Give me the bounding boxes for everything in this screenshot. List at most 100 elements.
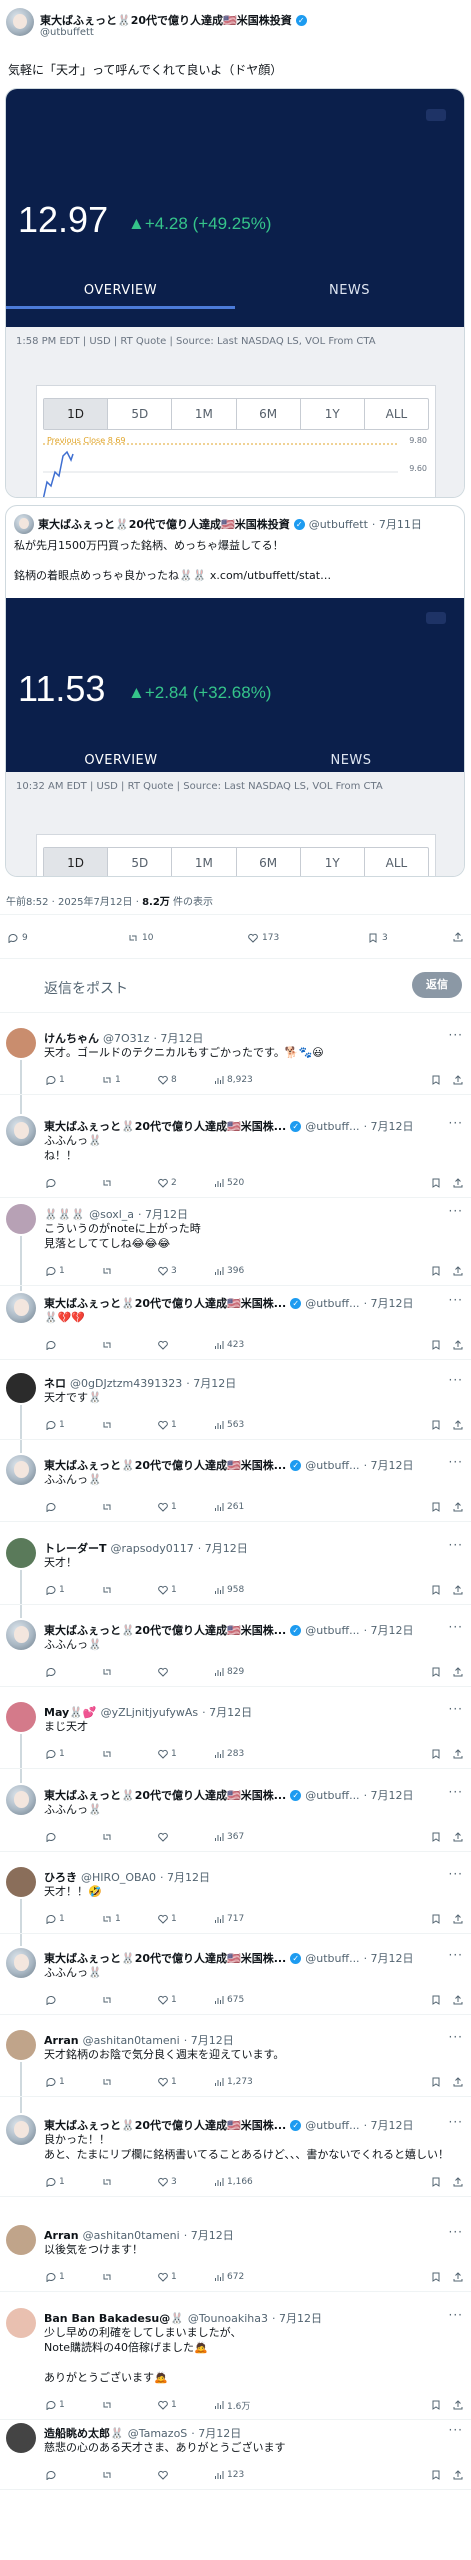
author-avatar[interactable] [6, 8, 34, 36]
reply-date[interactable]: · 7月12日 [184, 2032, 234, 2048]
reply-button[interactable] [46, 1995, 102, 2005]
more-options-icon[interactable]: ··· [449, 2115, 463, 2129]
retweet-button[interactable] [102, 1266, 158, 1276]
stock-card-1[interactable]: 12.97 ▲+4.28 (+49.25%) OVERVIEW NEWS 1:5… [5, 88, 465, 498]
reply-button[interactable] [46, 1667, 102, 1677]
retweet-button[interactable] [102, 1502, 158, 1512]
share-icon[interactable] [453, 1585, 463, 1595]
share-icon[interactable] [453, 1178, 463, 1188]
share-icon[interactable] [453, 1340, 463, 1350]
quoted-tweet[interactable]: 東大ばふぇっと🐰20代で億り人達成🇺🇸米国株投資 ✓ @utbuffett · … [5, 505, 465, 877]
retweet-button[interactable] [102, 1178, 158, 1188]
reply-author-name[interactable]: Ban Ban Bakadesu@🐰 [44, 2312, 184, 2325]
reply-author-handle[interactable]: @rapsody0117 [111, 1542, 194, 1555]
bookmark-icon[interactable] [431, 2400, 441, 2410]
bookmark-icon[interactable] [431, 1749, 441, 1759]
share-icon[interactable] [453, 2400, 463, 2410]
range-5d[interactable]: 5D [108, 399, 173, 429]
reply-avatar[interactable] [6, 1028, 36, 1058]
reply-author-handle[interactable]: @utbuff... [305, 1952, 359, 1965]
views-button[interactable]: 675 [214, 1995, 286, 2005]
bookmark-icon[interactable] [431, 1420, 441, 1430]
like-button[interactable]: 1 [158, 1749, 214, 1759]
reply-avatar[interactable] [6, 2030, 36, 2060]
reply-author-name[interactable]: 東大ばふぇっと🐰20代で億り人達成🇺🇸米国株... [44, 1457, 286, 1473]
bookmark-icon[interactable] [431, 1178, 441, 1188]
bookmark-icon[interactable] [431, 2177, 441, 2187]
share-icon[interactable] [453, 2077, 463, 2087]
bookmark-icon[interactable] [431, 1995, 441, 2005]
views-button[interactable]: 367 [214, 1832, 286, 1842]
share-icon[interactable] [453, 1075, 463, 1085]
retweet-button[interactable] [102, 1667, 158, 1677]
reply-date[interactable]: · 7月12日 [186, 1375, 236, 1391]
like-button[interactable]: 1 [158, 1585, 214, 1595]
reply-date[interactable]: · 7月12日 [364, 2117, 414, 2133]
reply-author-handle[interactable]: @0gDJztzm4391323 [70, 1377, 182, 1390]
retweet-button[interactable] [102, 2400, 158, 2410]
bookmark-icon[interactable] [431, 2272, 441, 2282]
reply-author-handle[interactable]: @ashitan0tameni [83, 2034, 180, 2047]
retweet-button[interactable]: 10 [113, 933, 218, 943]
views-button[interactable]: 283 [214, 1749, 286, 1759]
reply-button[interactable] [46, 1832, 102, 1842]
more-options-icon[interactable]: ··· [449, 1785, 463, 1799]
reply-button[interactable]: 1 [46, 1914, 102, 1924]
reply-author-name[interactable]: けんちゃん [44, 1030, 99, 1046]
reply-author-handle[interactable]: @7O31z [103, 1032, 149, 1045]
share-icon[interactable] [453, 1667, 463, 1677]
reply-author-name[interactable]: Arran [44, 2229, 79, 2242]
retweet-button[interactable] [102, 1420, 158, 1430]
retweet-button[interactable] [102, 1995, 158, 2005]
author-avatar[interactable] [6, 1620, 36, 1650]
range-1m[interactable]: 1M [172, 399, 237, 429]
reply-button[interactable] [46, 2470, 102, 2480]
reply-button[interactable]: 1 [46, 1420, 102, 1430]
reply-avatar[interactable] [6, 1373, 36, 1403]
reply-author-handle[interactable]: @ashitan0tameni [83, 2229, 180, 2242]
range-6m[interactable]: 6M [237, 399, 301, 429]
reply-button[interactable]: 1 [46, 2177, 102, 2187]
author-avatar[interactable] [6, 1116, 36, 1146]
reply-author-name[interactable]: 東大ばふぇっと🐰20代で億り人達成🇺🇸米国株... [44, 1622, 286, 1638]
reply-author-handle[interactable]: @yZLjnitjyufywAs [101, 1706, 199, 1719]
reply-avatar[interactable] [6, 1538, 36, 1568]
reply-button[interactable]: 1 [46, 1749, 102, 1759]
range-all[interactable]: ALL [365, 399, 428, 429]
bookmark-icon[interactable] [431, 1502, 441, 1512]
reply-avatar[interactable] [6, 2225, 36, 2255]
reply-author-name[interactable]: Arran [44, 2034, 79, 2047]
more-options-icon[interactable]: ··· [449, 1620, 463, 1634]
reply-button[interactable] [46, 1340, 102, 1350]
bookmark-icon[interactable] [431, 1832, 441, 1842]
reply-date[interactable]: · 7月12日 [364, 1787, 414, 1803]
reply-author-name[interactable]: ネロ [44, 1375, 66, 1391]
author-avatar[interactable] [6, 2115, 36, 2145]
author-avatar[interactable] [6, 1948, 36, 1978]
share-icon[interactable] [453, 2272, 463, 2282]
reply-button[interactable]: 1 [46, 2077, 102, 2087]
reply-date[interactable]: · 7月12日 [364, 1950, 414, 1966]
like-button[interactable]: 8 [158, 1075, 214, 1085]
reply-date[interactable]: · 7月12日 [160, 1869, 210, 1885]
reply-date[interactable]: · 7月12日 [138, 1206, 188, 1222]
reply-author-name[interactable]: 東大ばふぇっと🐰20代で億り人達成🇺🇸米国株... [44, 1950, 286, 1966]
reply-avatar[interactable] [6, 2423, 36, 2453]
reply-author-handle[interactable]: @utbuff... [305, 1120, 359, 1133]
reply-button[interactable] [46, 1178, 102, 1188]
bookmark-icon[interactable] [431, 1266, 441, 1276]
views-button[interactable]: 123 [214, 2470, 286, 2480]
views-button[interactable]: 1,273 [214, 2077, 286, 2087]
retweet-button[interactable] [102, 1585, 158, 1595]
like-button[interactable]: 1 [158, 1914, 214, 1924]
more-options-icon[interactable]: ··· [449, 1455, 463, 1469]
retweet-button[interactable] [102, 1832, 158, 1842]
reply-submit-button[interactable]: 返信 [412, 972, 462, 998]
range-1y[interactable]: 1Y [301, 848, 365, 876]
reply-author-handle[interactable]: @soxl_a [89, 1208, 134, 1221]
like-button[interactable] [158, 1832, 214, 1842]
views-button[interactable]: 1,166 [214, 2177, 286, 2187]
reply-button[interactable]: 1 [46, 1266, 102, 1276]
share-icon[interactable] [453, 1266, 463, 1276]
views-button[interactable]: 829 [214, 1667, 286, 1677]
